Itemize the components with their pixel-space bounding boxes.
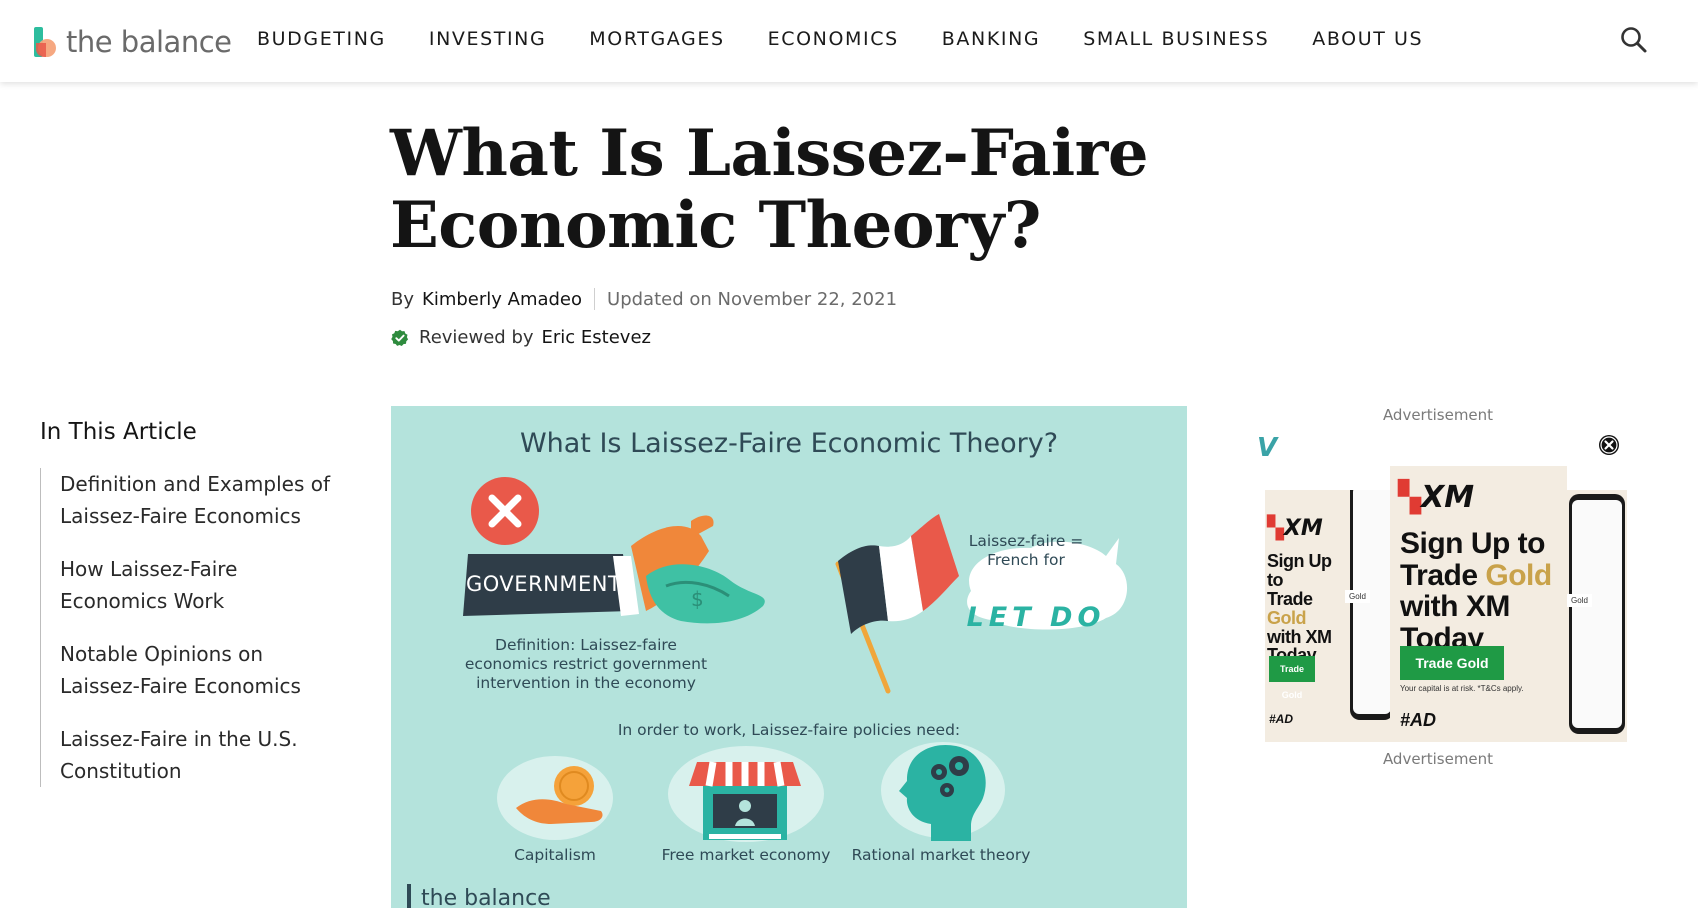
- definition-text: Definition: Laissez-faire economics rest…: [464, 636, 708, 692]
- ad-headline-left: Sign Up to Trade Gold with XM Today: [1267, 551, 1332, 665]
- nav-banking[interactable]: BANKING: [942, 28, 1040, 50]
- search-icon: [1621, 27, 1647, 53]
- let-do-text: LET DO: [966, 602, 1106, 633]
- nav-small-business[interactable]: SMALL BUSINESS: [1083, 28, 1269, 50]
- phone-mockup: [1350, 490, 1390, 720]
- ad-brand: ▚XM: [1398, 480, 1475, 515]
- french-flag-illustration: [835, 514, 959, 694]
- reviewed-by: Reviewed by Eric Estevez: [391, 327, 651, 348]
- toc-item-us-constitution[interactable]: Laissez-Faire in the U.S. Constitution: [60, 723, 330, 787]
- prohibited-icon: [471, 477, 539, 545]
- ad-panel-left[interactable]: ▚XM Sign Up to Trade Gold with XM Today …: [1265, 490, 1390, 742]
- site-logo[interactable]: the balance: [34, 22, 232, 62]
- main-nav: BUDGETING INVESTING MORTGAGES ECONOMICS …: [257, 28, 1466, 50]
- ad-headline: Sign Up to Trade Gold with XM Today: [1400, 527, 1552, 655]
- reviewer-link[interactable]: Eric Estevez: [542, 327, 651, 348]
- infographic-brand: the balance: [421, 886, 551, 908]
- verified-check-icon: [391, 329, 409, 346]
- logo-text: the balance: [66, 25, 232, 59]
- infographic: $ What Is Laissez-Faire Economic Theory?…: [391, 406, 1187, 908]
- ad-cta-left[interactable]: Trade Gold: [1269, 656, 1315, 700]
- ad-brand-left: ▚XM: [1267, 516, 1323, 541]
- byline: By Kimberly Amadeo Updated on November 2…: [391, 288, 897, 310]
- need-rational-market: Rational market theory: [851, 846, 1031, 864]
- site-header: the balance BUDGETING INVESTING MORTGAGE…: [0, 0, 1698, 82]
- author-link[interactable]: Kimberly Amadeo: [422, 289, 582, 310]
- updated-date: Updated on November 22, 2021: [607, 288, 898, 310]
- toc-heading: In This Article: [40, 419, 197, 445]
- french-note: Laissez-faire = French for: [968, 532, 1084, 569]
- ad-side-label: Gold: [1345, 590, 1370, 603]
- nav-economics[interactable]: ECONOMICS: [768, 28, 899, 50]
- reviewed-label: Reviewed by: [419, 327, 534, 348]
- need-capitalism: Capitalism: [514, 846, 596, 864]
- by-label: By: [391, 288, 415, 310]
- table-of-contents: Definition and Examples of Laissez-Faire…: [40, 468, 340, 787]
- nav-investing[interactable]: INVESTING: [429, 28, 546, 50]
- phone-mockup-right: [1569, 494, 1625, 734]
- need-free-market: Free market economy: [661, 846, 831, 864]
- ad-cta-button[interactable]: Trade Gold: [1400, 646, 1504, 680]
- storefront-icon: [689, 761, 801, 840]
- search-button[interactable]: [1618, 24, 1650, 56]
- ad-panel-main[interactable]: ▚XM Sign Up to Trade Gold with XM Today …: [1390, 466, 1567, 742]
- ad-tag-left: #AD: [1269, 712, 1294, 726]
- ad-risk-disclaimer: Your capital is at risk. *T&Cs apply.: [1400, 684, 1524, 693]
- toc-item-how-it-works[interactable]: How Laissez-Faire Economics Work: [60, 553, 330, 617]
- ad-label-bottom: Advertisement: [1382, 750, 1494, 768]
- toc-item-notable-opinions[interactable]: Notable Opinions on Laissez-Faire Econom…: [60, 638, 330, 702]
- byline-divider: [594, 288, 596, 310]
- logo-mark-icon: [34, 25, 60, 59]
- ad-provider-logo: V: [1257, 433, 1278, 463]
- page-title: What Is Laissez-Faire Economic Theory?: [390, 116, 1149, 263]
- government-label: GOVERNMENT: [466, 572, 622, 596]
- ad-close-icon[interactable]: [1598, 434, 1620, 456]
- svg-text:$: $: [691, 587, 704, 611]
- ad-tag: #AD: [1400, 710, 1437, 730]
- toc-item-definition[interactable]: Definition and Examples of Laissez-Faire…: [60, 468, 330, 532]
- ad-side-label-right: Gold: [1567, 594, 1592, 607]
- ad-label-top: Advertisement: [1382, 406, 1494, 424]
- policies-intro: In order to work, Laissez-faire policies…: [617, 721, 961, 739]
- nav-about-us[interactable]: ABOUT US: [1312, 28, 1423, 50]
- infographic-title: What Is Laissez-Faire Economic Theory?: [519, 428, 1059, 459]
- ad-panel-right[interactable]: Gold: [1567, 490, 1627, 742]
- nav-budgeting[interactable]: BUDGETING: [257, 28, 386, 50]
- nav-mortgages[interactable]: MORTGAGES: [589, 28, 724, 50]
